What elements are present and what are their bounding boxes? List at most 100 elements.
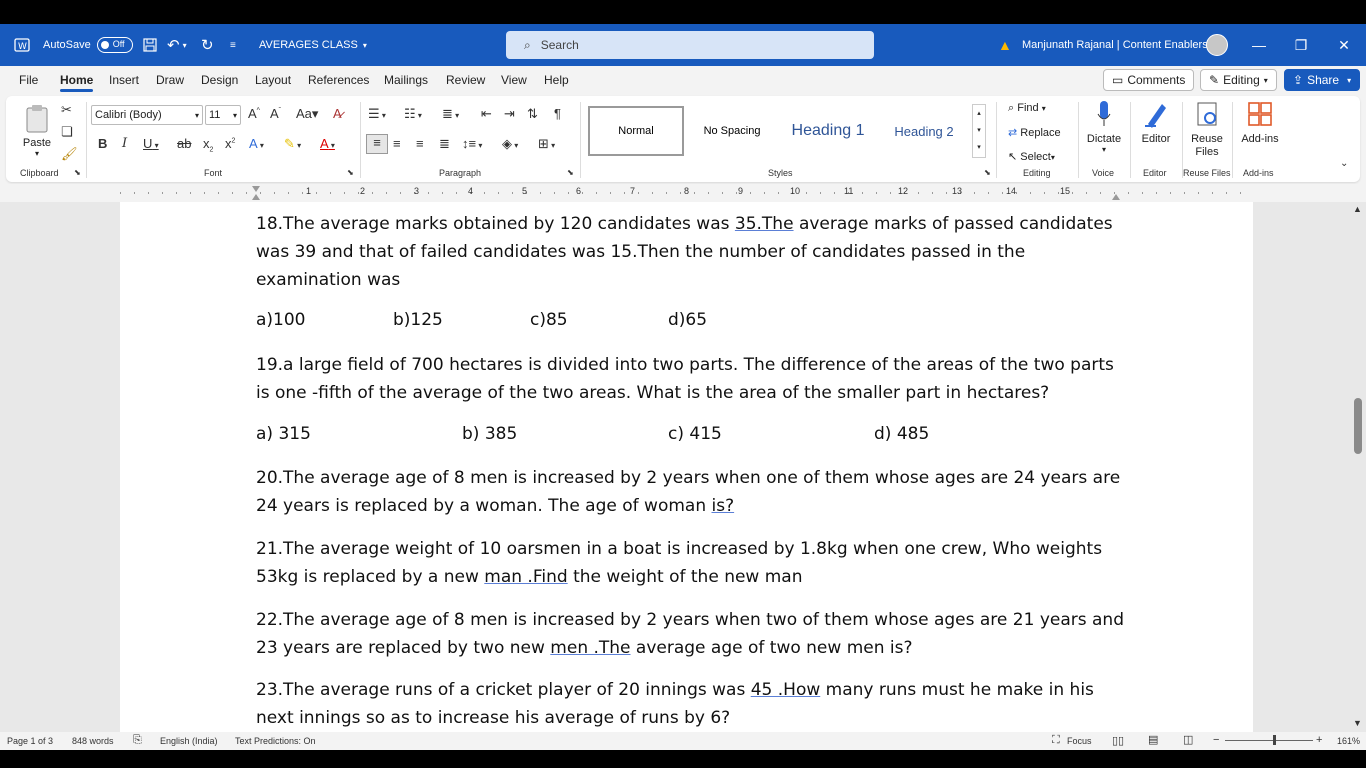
clear-formatting-icon[interactable]: A̷ (333, 106, 342, 121)
sort-icon[interactable]: ⇅ (527, 106, 538, 122)
dialog-launcher-icon[interactable]: ⬊ (74, 168, 81, 177)
zoom-slider-track[interactable] (1225, 740, 1313, 741)
proofing-icon[interactable]: ⎘ (133, 734, 142, 747)
text-predictions-status[interactable]: Text Predictions: On (235, 736, 316, 746)
subscript-icon[interactable]: x2 (203, 136, 213, 154)
save-icon[interactable] (142, 24, 158, 66)
question-18[interactable]: 18.The average marks obtained by 120 can… (256, 210, 1126, 294)
dialog-launcher-icon[interactable]: ⬊ (567, 168, 574, 177)
language-indicator[interactable]: English (India) (160, 736, 218, 746)
replace-button[interactable]: ⇄ Replace (1008, 126, 1061, 139)
editing-mode-button[interactable]: ✎ Editing ▾ (1200, 69, 1277, 91)
copy-icon[interactable]: ❏ (61, 124, 73, 140)
style-heading-2[interactable]: Heading 2 (878, 106, 970, 156)
underline-icon[interactable]: U ▾ (143, 136, 159, 151)
show-marks-icon[interactable]: ¶ (554, 106, 561, 121)
question-20[interactable]: 20.The average age of 8 men is increased… (256, 464, 1126, 520)
zoom-in-icon[interactable]: + (1316, 734, 1322, 746)
tab-review[interactable]: Review (446, 73, 485, 87)
font-name-select[interactable]: Calibri (Body) ▾ (91, 105, 203, 125)
font-color-icon[interactable]: A ▾ (320, 136, 335, 151)
user-name[interactable]: Manjunath Rajanal | Content Enablers (1022, 24, 1208, 66)
autosave-toggle[interactable]: Off (96, 37, 133, 53)
focus-button[interactable]: Focus (1067, 736, 1092, 746)
redo-icon[interactable]: ↻ (201, 24, 214, 66)
style-no-spacing[interactable]: No Spacing (686, 106, 778, 156)
align-right-icon[interactable]: ≡ (416, 136, 424, 151)
print-layout-icon[interactable]: ▤ (1148, 733, 1158, 746)
cut-icon[interactable]: ✂ (61, 102, 72, 118)
italic-icon[interactable]: I (122, 136, 127, 151)
customize-toolbar-icon[interactable]: ≡ (230, 24, 236, 66)
horizontal-ruler[interactable]: 1 2 3 4 5 6 7 8 9 10 11 12 13 14 15 (0, 184, 1366, 202)
superscript-icon[interactable]: x2 (225, 136, 235, 151)
tab-references[interactable]: References (308, 73, 369, 87)
dialog-launcher-icon[interactable]: ⬊ (347, 168, 354, 177)
align-center-icon[interactable]: ≡ (393, 136, 401, 151)
collapse-ribbon-icon[interactable]: ⌄ (1340, 158, 1348, 169)
change-case-icon[interactable]: Aa▾ (296, 106, 318, 122)
bold-icon[interactable]: B (98, 136, 107, 151)
page-count[interactable]: Page 1 of 3 (7, 736, 53, 746)
add-ins-button[interactable]: Add-ins (1238, 100, 1282, 145)
font-size-select[interactable]: 11 ▾ (205, 105, 241, 125)
share-button[interactable]: ⇪ Share ▾ (1284, 69, 1361, 91)
vertical-scrollbar[interactable]: ▲ ▼ (1348, 202, 1366, 732)
tab-design[interactable]: Design (201, 73, 238, 87)
read-mode-icon[interactable]: ▯▯ (1112, 734, 1124, 747)
style-heading-1[interactable]: Heading 1 (780, 106, 876, 156)
borders-icon[interactable]: ⊞ ▾ (538, 136, 555, 152)
justify-icon[interactable]: ≣ (439, 136, 450, 152)
question-22[interactable]: 22.The average age of 8 men is increased… (256, 606, 1126, 662)
document-title[interactable]: AVERAGES CLASS ▾ (259, 24, 367, 66)
reuse-files-button[interactable]: Reuse Files (1186, 100, 1228, 159)
dictate-button[interactable]: Dictate ▾ (1086, 100, 1122, 154)
styles-gallery-scroll[interactable]: ▴ ▾ ▾ (972, 104, 986, 158)
tab-file[interactable]: File (19, 73, 38, 87)
shrink-font-icon[interactable]: Aˇ (270, 106, 281, 121)
tab-view[interactable]: View (501, 73, 527, 87)
tab-mailings[interactable]: Mailings (384, 73, 428, 87)
scrollbar-thumb[interactable] (1354, 398, 1362, 454)
format-painter-icon[interactable]: 🖌 (61, 146, 78, 162)
tab-draw[interactable]: Draw (156, 73, 184, 87)
editor-button[interactable]: Editor (1138, 100, 1174, 145)
document-page[interactable]: 18.The average marks obtained by 120 can… (120, 202, 1253, 732)
align-left-icon[interactable]: ≡ (366, 134, 388, 154)
close-icon[interactable]: ✕ (1324, 24, 1364, 66)
web-layout-icon[interactable]: ◫ (1183, 733, 1193, 746)
style-normal[interactable]: Normal (588, 106, 684, 156)
word-count[interactable]: 848 words (72, 736, 114, 746)
tab-home[interactable]: Home (60, 73, 94, 92)
search-box[interactable]: ⌕ Search (506, 31, 874, 59)
zoom-level[interactable]: 161% (1337, 736, 1360, 746)
tab-layout[interactable]: Layout (255, 73, 291, 87)
select-button[interactable]: ↖ Select▾ (1008, 150, 1055, 163)
scroll-down-icon[interactable]: ▼ (1353, 718, 1362, 728)
minimize-icon[interactable]: — (1239, 24, 1279, 66)
numbering-icon[interactable]: ☷ ▾ (404, 106, 422, 122)
bullets-icon[interactable]: ☰ ▾ (368, 106, 386, 122)
undo-icon[interactable]: ↶ ▾ (167, 24, 187, 66)
paste-button[interactable]: Paste ▾ (20, 104, 54, 158)
find-button[interactable]: ⌕ Find ▾ (1008, 102, 1046, 115)
focus-icon[interactable]: ⛶ (1052, 734, 1060, 747)
comments-button[interactable]: ▭ Comments (1103, 69, 1195, 91)
strikethrough-icon[interactable]: ab (177, 136, 191, 151)
shading-icon[interactable]: ◈ ▾ (502, 136, 518, 152)
question-21[interactable]: 21.The average weight of 10 oarsmen in a… (256, 535, 1126, 591)
scroll-up-icon[interactable]: ▲ (1353, 204, 1362, 214)
dialog-launcher-icon[interactable]: ⬊ (984, 168, 991, 177)
highlight-icon[interactable]: ✎ ▾ (284, 136, 301, 152)
increase-indent-icon[interactable]: ⇥ (504, 106, 515, 122)
warning-icon[interactable]: ▲ (998, 24, 1012, 66)
question-23[interactable]: 23.The average runs of a cricket player … (256, 676, 1126, 732)
tab-help[interactable]: Help (544, 73, 569, 87)
restore-icon[interactable]: ❐ (1281, 24, 1321, 66)
zoom-slider-thumb[interactable] (1273, 735, 1276, 745)
tab-insert[interactable]: Insert (109, 73, 139, 87)
text-effects-icon[interactable]: A ▾ (249, 136, 264, 151)
avatar[interactable] (1206, 24, 1228, 66)
question-19[interactable]: 19.a large field of 700 hectares is divi… (256, 351, 1126, 407)
line-spacing-icon[interactable]: ↕≡ ▾ (462, 136, 482, 151)
